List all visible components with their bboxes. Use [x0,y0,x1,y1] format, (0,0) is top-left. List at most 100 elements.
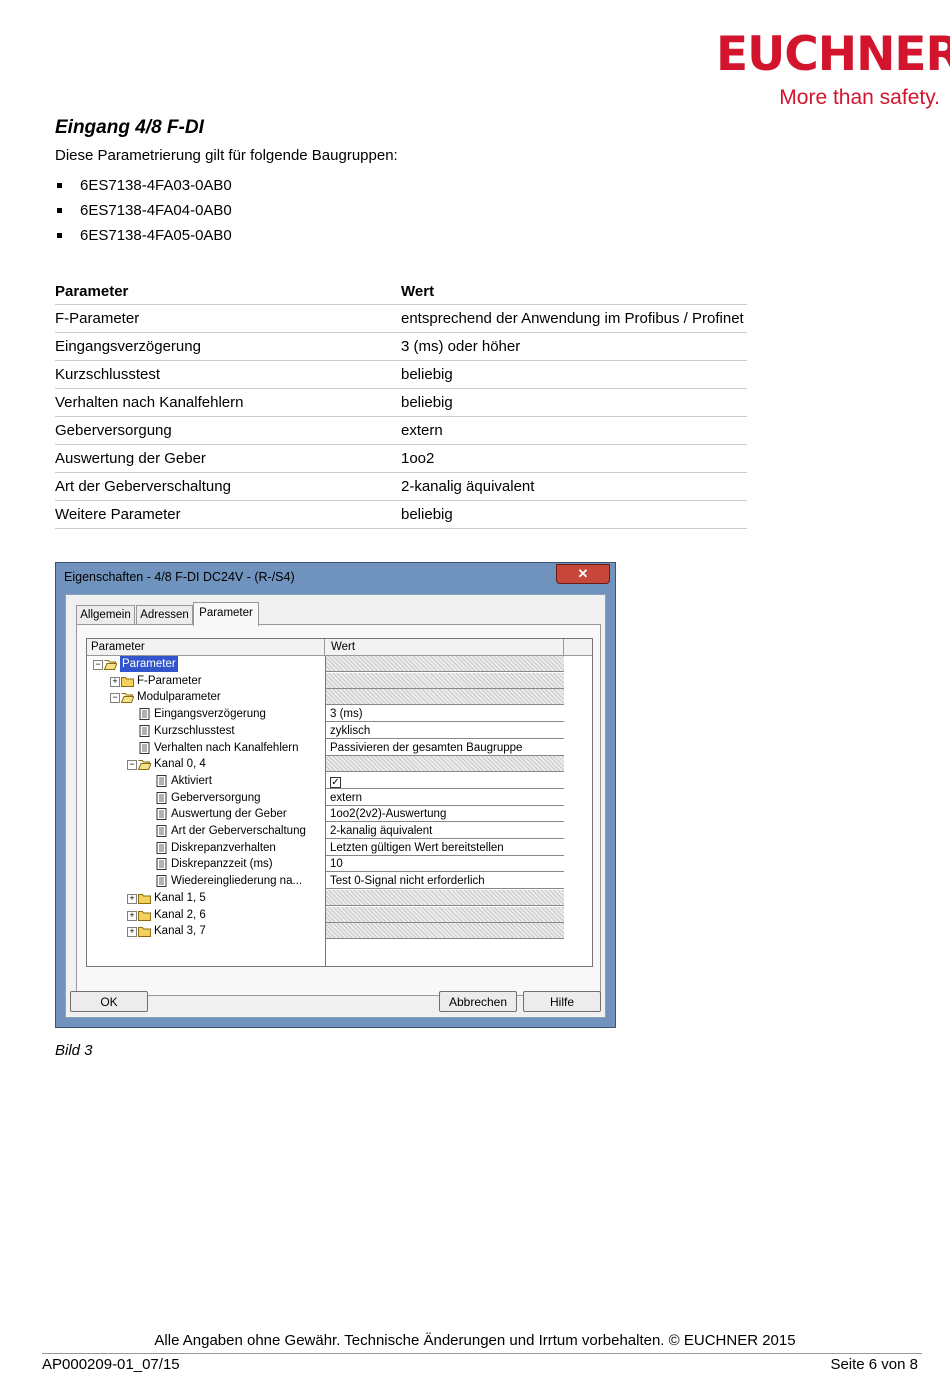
tree-row-label[interactable]: Wiedereingliederung na... [171,873,302,889]
tree-row[interactable]: + Kanal 3, 7 [87,923,565,940]
tree-row[interactable]: Geberversorgung extern [87,790,565,806]
tree-row-label[interactable]: Auswertung der Geber [171,806,287,822]
tree-row-label[interactable]: F-Parameter [137,673,202,689]
tree-row-value[interactable]: Letzten gültigen Wert bereitstellen [326,840,564,856]
document-icon [155,825,168,837]
tree-row-label[interactable]: Kanal 3, 7 [154,923,206,939]
bullet-square-icon [57,183,62,188]
tree-row[interactable]: + Kanal 1, 5 [87,889,565,906]
tree-row[interactable]: − Kanal 0, 4 [87,756,565,773]
tab-parameter[interactable]: Parameter [193,602,259,626]
tree-row[interactable]: Wiedereingliederung na... Test 0-Signal n… [87,873,565,890]
parameter-tab-panel: Parameter Wert − Parameter + F-Parameter − Mo… [76,624,601,996]
column-divider[interactable] [563,639,564,655]
document-icon [155,774,168,787]
tree-row-label[interactable]: Verhalten nach Kanalfehlern [154,740,299,756]
expand-icon[interactable]: + [110,676,120,687]
tree-row-value[interactable]: 1oo2(2v2)-Auswertung [326,806,564,823]
document-icon [138,741,151,754]
folder-open-icon [120,691,135,704]
tree-row-value [326,689,564,706]
ok-button[interactable]: OK [70,991,148,1012]
expand-icon[interactable]: + [127,893,137,904]
column-header-wert: Wert [401,279,747,305]
folder-icon [138,892,151,904]
collapse-icon[interactable]: − [127,760,137,771]
tree-row[interactable]: Verhalten nach Kanalfehlern Passivieren d… [87,740,565,756]
table-row: Auswertung der Geber 1oo2 [55,444,747,473]
tab-adressen[interactable]: Adressen [136,605,193,625]
tree-row-value[interactable]: 10 [326,856,564,873]
tree-row[interactable]: − Parameter [87,656,565,672]
logo-slogan: More than safety. [779,86,940,109]
module-list: 6ES7138-4FA03-0AB0 6ES7138-4FA04-0AB0 6E… [55,175,232,250]
properties-dialog: Eigenschaften - 4/8 F-DI DC24V - (R-/S4)… [55,562,616,1028]
bullet-square-icon [57,233,62,238]
tree-row-value[interactable]: Passivieren der gesamten Baugruppe [326,740,564,756]
page-number: Seite 6 von 8 [830,1356,918,1373]
table-row: F-Parameter entsprechend der Anwendung im… [55,304,747,333]
expand-icon[interactable]: + [127,927,137,938]
tree-row-value[interactable]: 2-kanalig äquivalent [326,823,564,839]
tree-row-label[interactable]: Eingangsverzögerung [154,706,266,722]
bullet-square-icon [57,208,62,213]
tree-row-value[interactable]: Test 0-Signal nicht erforderlich [326,873,564,890]
logo-wordmark: EUCHNER [716,27,950,82]
tree-row-value[interactable]: extern [326,790,564,806]
tree-row-value[interactable]: zyklisch [326,723,564,739]
help-button[interactable]: Hilfe [523,991,601,1012]
tree-row[interactable]: Diskrepanzverhalten Letzten gültigen Wert… [87,840,565,856]
table-row: Eingangsverzögerung 3 (ms) oder höher [55,332,747,361]
tree-row-label[interactable]: Aktiviert [171,773,212,789]
document-id: AP000209-01_07/15 [42,1356,180,1373]
tree-row[interactable]: Auswertung der Geber 1oo2(2v2)-Auswertung [87,806,565,823]
tree-row-value [326,889,564,906]
expand-icon[interactable]: + [127,910,137,921]
document-icon [155,858,168,871]
tree-row-label[interactable]: Kanal 2, 6 [154,907,206,923]
tree-row-label[interactable]: Kurzschlusstest [154,723,235,739]
tree-row[interactable]: Art der Geberverschaltung 2-kanalig äquiv… [87,823,565,839]
column-header-parameter: Parameter [55,279,401,305]
tree-row-label[interactable]: Modulparameter [137,689,221,705]
tree-row-label[interactable]: Diskrepanzzeit (ms) [171,856,273,872]
folder-icon [121,675,134,687]
table-row: Kurzschlusstest beliebig [55,360,747,389]
close-icon[interactable]: ✕ [556,564,610,584]
checkbox-aktiviert[interactable]: ✓ [330,776,341,788]
footer-disclaimer: Alle Angaben ohne Gewähr. Technische Änd… [154,1332,796,1349]
tree-row[interactable]: Diskrepanzzeit (ms) 10 [87,856,565,873]
intro-text: Diese Parametrierung gilt für folgende B… [55,147,398,164]
tree-row-label[interactable]: Kanal 0, 4 [154,756,206,772]
folder-open-icon [103,658,118,670]
tree-row[interactable]: + Kanal 2, 6 [87,906,565,923]
collapse-icon[interactable]: − [93,660,103,670]
cancel-button[interactable]: Abbrechen [439,991,517,1012]
tree-row-label[interactable]: Art der Geberverschaltung [171,823,306,839]
tab-allgemein[interactable]: Allgemein [76,605,135,625]
folder-icon [138,909,151,921]
tree-row[interactable]: Eingangsverzögerung 3 (ms) [87,706,565,723]
document-icon [138,708,151,721]
tree-row[interactable]: Aktiviert ✓ [87,773,565,789]
tree-row-label[interactable]: Geberversorgung [171,790,261,806]
tree-row[interactable]: Kurzschlusstest zyklisch [87,723,565,739]
tree-row-value[interactable]: ✓ [326,773,564,789]
grid-header-parameter[interactable]: Parameter [91,639,145,655]
document-icon [155,875,168,888]
tree-row-value[interactable]: 3 (ms) [326,706,564,723]
folder-open-icon [137,758,152,771]
tree-row-label[interactable]: Parameter [120,656,178,672]
tree-row-label[interactable]: Diskrepanzverhalten [171,840,276,856]
column-divider[interactable] [324,639,325,655]
document-icon [155,791,168,804]
tree-row-label[interactable]: Kanal 1, 5 [154,890,206,906]
tree-row[interactable]: − Modulparameter [87,689,565,706]
parameter-grid: Parameter Wert − Parameter + F-Parameter − Mo… [86,638,593,967]
figure-caption: Bild 3 [55,1042,93,1059]
grid-header-wert[interactable]: Wert [331,639,355,655]
collapse-icon[interactable]: − [110,693,120,704]
tree-row[interactable]: + F-Parameter [87,672,565,689]
tree-row-value [326,656,564,672]
list-item: 6ES7138-4FA05-0AB0 [55,225,232,250]
